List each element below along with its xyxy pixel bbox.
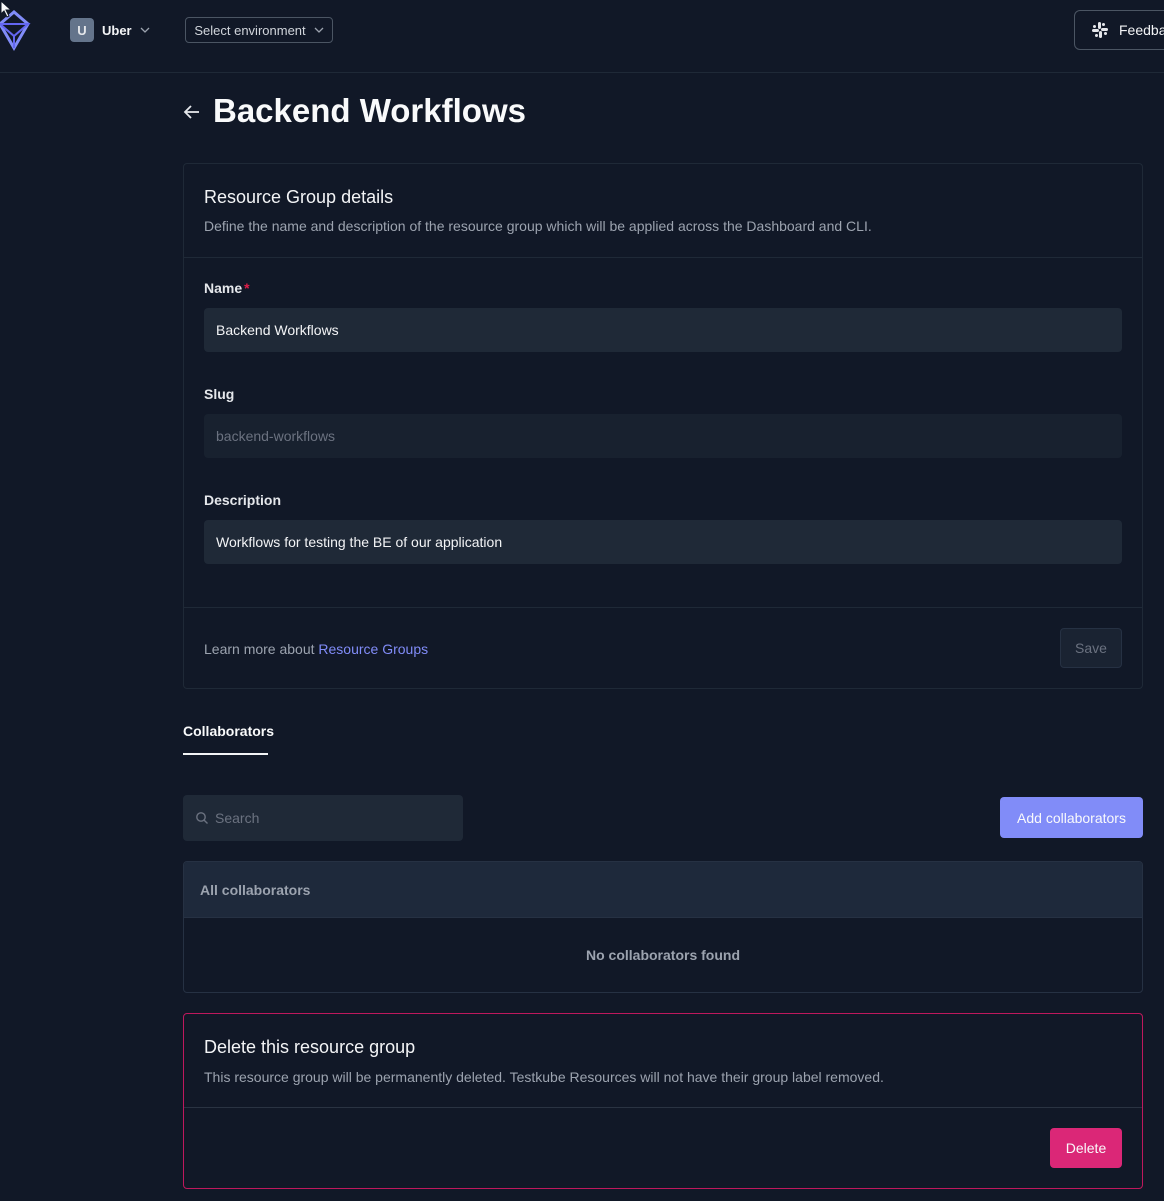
card-footer: Learn more about Resource Groups Save: [184, 607, 1142, 689]
learn-more-prefix: Learn more about: [204, 641, 319, 657]
learn-more-text: Learn more about Resource Groups: [204, 641, 428, 657]
feedback-label: Feedback: [1119, 22, 1164, 38]
name-label-text: Name: [204, 280, 243, 296]
collaborators-table: All collaborators No collaborators found: [183, 861, 1143, 993]
chevron-down-icon: [314, 27, 324, 33]
save-button[interactable]: Save: [1060, 628, 1122, 668]
card-header: Resource Group details Define the name a…: [184, 164, 1142, 258]
search-input[interactable]: [215, 810, 455, 826]
empty-state: No collaborators found: [586, 947, 740, 963]
page-title: Backend Workflows: [213, 92, 526, 129]
required-marker: *: [244, 280, 250, 296]
environment-select[interactable]: Select environment: [185, 17, 333, 43]
top-bar: U Uber Select environment Feedback: [0, 0, 1164, 73]
danger-title: Delete this resource group: [204, 1037, 416, 1057]
delete-resource-group-card: Delete this resource group This resource…: [183, 1013, 1143, 1189]
card-description: Define the name and description of the r…: [204, 218, 872, 234]
search-icon: [196, 812, 208, 824]
slack-icon: [1092, 22, 1108, 38]
name-input[interactable]: [204, 308, 1122, 352]
feedback-button[interactable]: Feedback: [1074, 10, 1164, 50]
org-switcher[interactable]: U Uber: [70, 18, 150, 42]
danger-header: Delete this resource group This resource…: [184, 1014, 1142, 1108]
name-label: Name *: [204, 280, 250, 296]
add-collaborators-button[interactable]: Add collaborators: [1000, 797, 1143, 838]
slug-input: [204, 414, 1122, 458]
resource-group-details-card: Resource Group details Define the name a…: [183, 163, 1143, 689]
danger-description: This resource group will be permanently …: [204, 1069, 884, 1085]
description-input[interactable]: [204, 520, 1122, 564]
search-field[interactable]: [183, 795, 463, 841]
tab-collaborators[interactable]: Collaborators: [183, 723, 274, 755]
delete-button[interactable]: Delete: [1050, 1128, 1122, 1168]
description-label: Description: [204, 492, 282, 508]
org-name: Uber: [102, 22, 132, 38]
table-header: All collaborators: [184, 862, 1142, 918]
mouse-cursor-icon: [0, 0, 13, 18]
org-avatar: U: [70, 18, 94, 42]
slug-label: Slug: [204, 386, 235, 402]
environment-select-label: Select environment: [194, 22, 306, 38]
back-arrow-icon[interactable]: [182, 102, 202, 122]
chevron-down-icon: [140, 27, 150, 33]
card-title: Resource Group details: [204, 187, 394, 207]
resource-groups-link[interactable]: Resource Groups: [318, 641, 428, 657]
